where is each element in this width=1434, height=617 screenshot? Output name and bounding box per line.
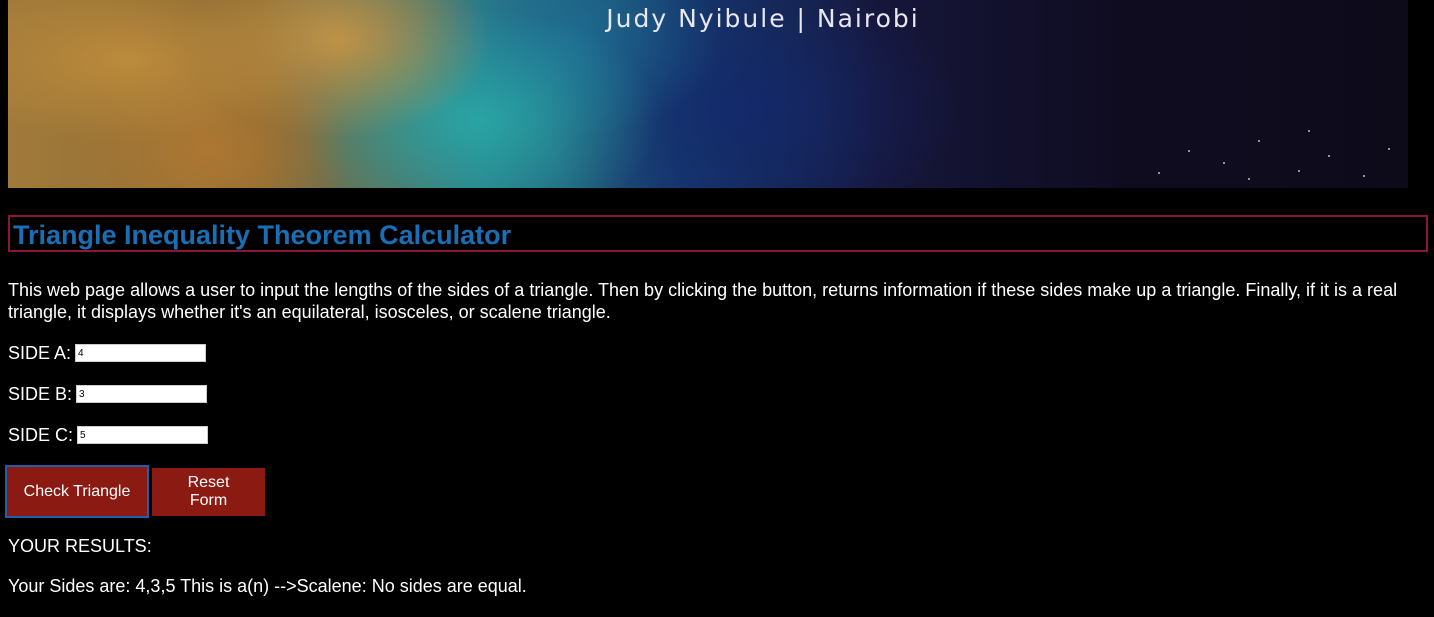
reset-form-button[interactable]: Reset Form <box>152 468 265 516</box>
side-a-input[interactable] <box>75 344 207 362</box>
banner-caption: Judy Nyibule | Nairobi <box>606 4 920 33</box>
title-box: Triangle Inequality Theorem Calculator <box>8 215 1428 252</box>
results-heading: YOUR RESULTS: <box>8 536 152 556</box>
side-c-input[interactable] <box>77 426 209 444</box>
side-b-label: SIDE B: <box>8 384 73 404</box>
side-c-row: SIDE C: <box>8 424 209 446</box>
side-a-row: SIDE A: <box>8 342 207 364</box>
side-b-input[interactable] <box>76 385 208 403</box>
side-c-label: SIDE C: <box>8 425 74 445</box>
intro-text: This web page allows a user to input the… <box>8 280 1398 322</box>
page-title: Triangle Inequality Theorem Calculator <box>13 220 512 250</box>
side-b-row: SIDE B: <box>8 383 208 405</box>
check-triangle-button[interactable]: Check Triangle <box>5 465 149 518</box>
results-output: Your Sides are: 4,3,5 This is a(n) -->Sc… <box>8 576 527 596</box>
header-banner-image: Judy Nyibule | Nairobi <box>8 0 1408 188</box>
side-a-label: SIDE A: <box>8 343 72 363</box>
